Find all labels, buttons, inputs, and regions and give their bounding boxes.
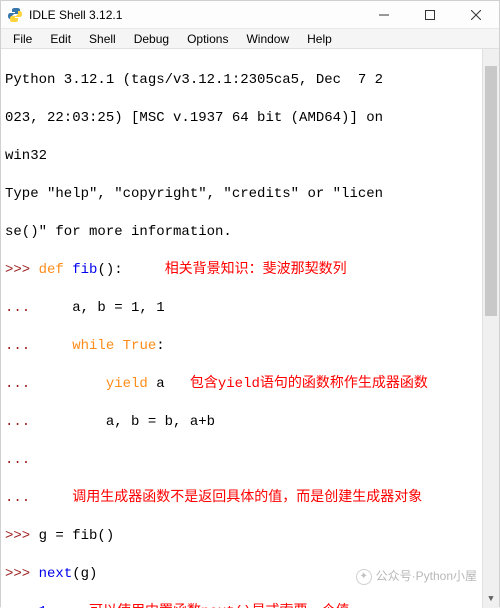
window-controls [361,1,499,29]
banner-line: 023, 22:03:25) [MSC v.1937 64 bit (AMD64… [5,109,497,128]
code-line: ... 调用生成器函数不是返回具体的值，而是创建生成器对象 [5,489,497,508]
annotation: 可以使用内置函数next()显式索要一个值 [89,604,349,608]
menu-bar: File Edit Shell Debug Options Window Hel… [1,29,499,49]
python-idle-icon [7,7,23,23]
menu-shell[interactable]: Shell [81,31,124,47]
close-button[interactable] [453,1,499,29]
annotation: 包含yield语句的函数称作生成器函数 [190,376,428,392]
maximize-button[interactable] [407,1,453,29]
banner-line: Type "help", "copyright", "credits" or "… [5,185,497,204]
code-line: ... a, b = 1, 1 [5,299,497,318]
code-line: ... yield a 包含yield语句的函数称作生成器函数 [5,375,497,394]
code-line: >>> g = fib() [5,527,497,546]
annotation: 相关背景知识：斐波那契数列 [165,262,347,278]
prompt-cont: ... [5,376,39,392]
scroll-down-icon[interactable]: ▼ [483,591,499,608]
code-line: ... [5,451,497,470]
window-title: IDLE Shell 3.12.1 [29,8,122,22]
banner-line: Python 3.12.1 (tags/v3.12.1:2305ca5, Dec… [5,71,497,90]
vertical-scrollbar[interactable]: ▲ ▼ [482,49,499,608]
prompt-cont: ... [5,414,39,430]
code-line: >>> def fib(): 相关背景知识：斐波那契数列 [5,261,497,280]
prompt: >>> [5,262,39,278]
menu-help[interactable]: Help [299,31,340,47]
scroll-track[interactable] [483,66,499,591]
prompt-cont: ... [5,338,39,354]
wechat-icon: ✦ [356,569,372,585]
prompt-cont: ... [5,490,39,506]
prompt-cont: ... [5,604,39,608]
code-line: ... a, b = b, a+b [5,413,497,432]
menu-edit[interactable]: Edit [42,31,79,47]
prompt: >>> [5,566,39,582]
title-bar: IDLE Shell 3.12.1 [1,1,499,29]
prompt: >>> [5,528,39,544]
banner-line: win32 [5,147,497,166]
watermark: ✦ 公众号·Python小屋 [356,567,477,586]
minimize-button[interactable] [361,1,407,29]
output-line: ... 1 可以使用内置函数next()显式索要一个值 [5,603,497,608]
shell-text-area[interactable]: Python 3.12.1 (tags/v3.12.1:2305ca5, Dec… [1,49,499,608]
banner-line: se()" for more information. [5,223,497,242]
menu-debug[interactable]: Debug [126,31,177,47]
watermark-text: 公众号·Python小屋 [376,567,477,586]
menu-file[interactable]: File [5,31,40,47]
menu-options[interactable]: Options [179,31,236,47]
scroll-thumb[interactable] [485,66,497,316]
prompt-cont: ... [5,452,39,468]
prompt-cont: ... [5,300,39,316]
code-line: ... while True: [5,337,497,356]
annotation: 调用生成器函数不是返回具体的值，而是创建生成器对象 [72,490,422,506]
menu-window[interactable]: Window [238,31,297,47]
